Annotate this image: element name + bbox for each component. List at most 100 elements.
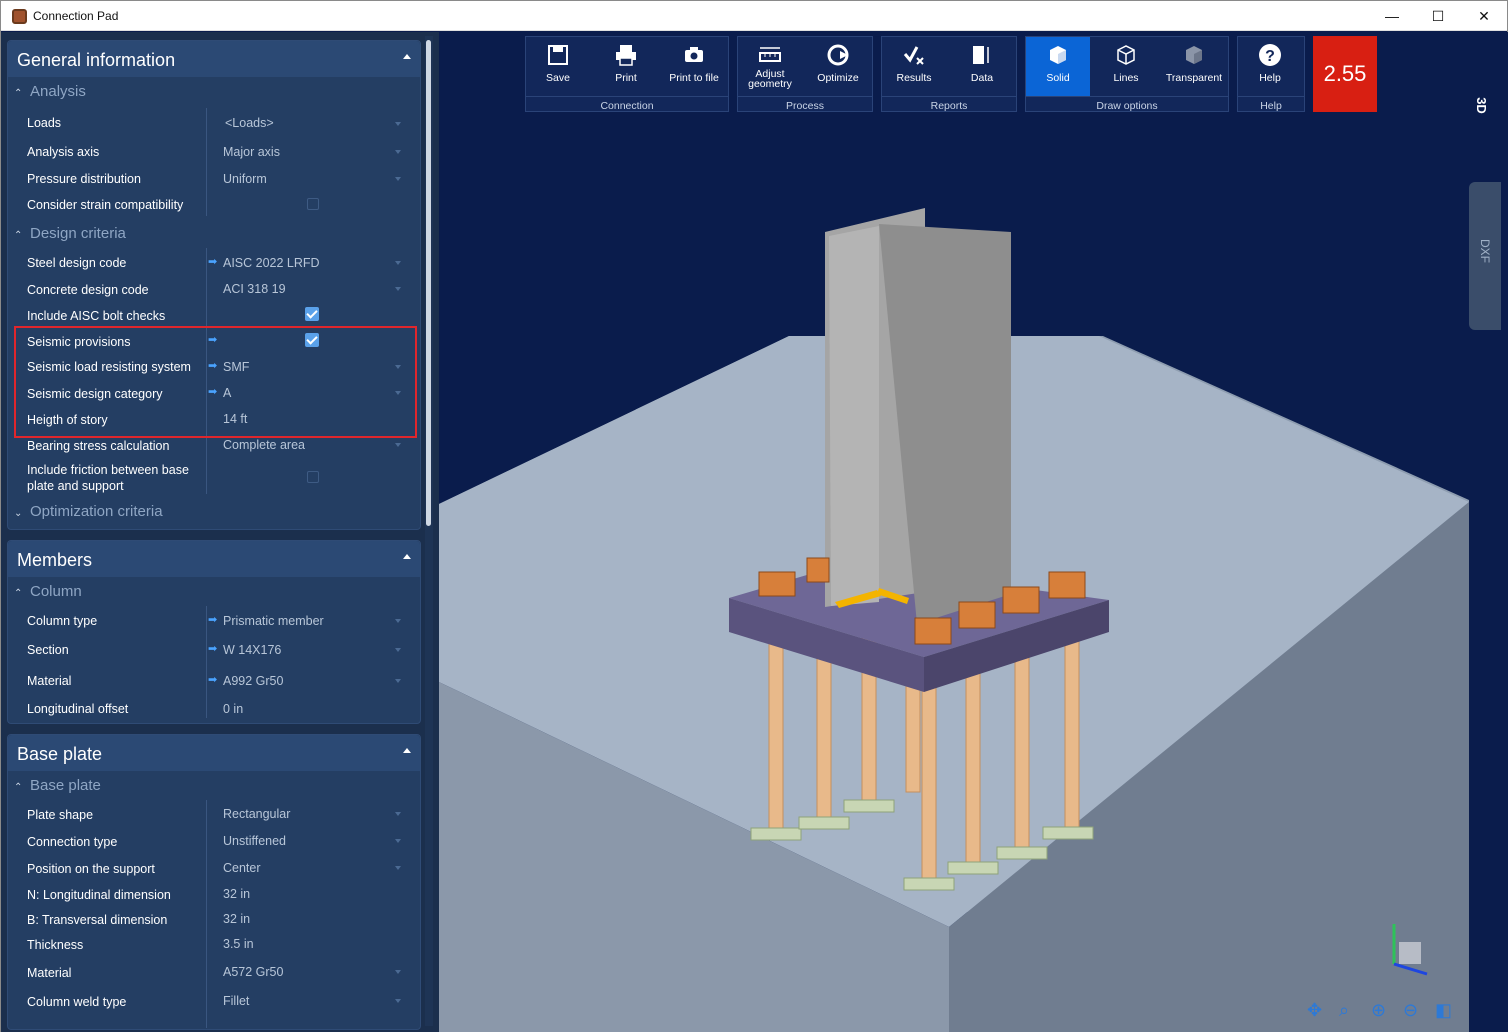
3d-viewport[interactable]: Save Print Print to file Connection Adju… [439, 32, 1508, 1032]
row-label-steel-code: Steel design code [27, 256, 127, 270]
zoom-out-icon[interactable]: ⊖ [1403, 1000, 1427, 1024]
chevron-down-icon[interactable] [395, 619, 401, 623]
help-button[interactable]: ? Help [1238, 37, 1302, 97]
ribbon-group-draw-options: Solid Lines Transparent Draw options [1025, 36, 1229, 112]
row-label-weld-type: Column weld type [27, 995, 127, 1009]
print-button[interactable]: Print [594, 37, 658, 97]
chevron-down-icon[interactable] [395, 150, 401, 154]
chevron-down-icon[interactable] [395, 839, 401, 843]
row-label-connection-type: Connection type [27, 835, 118, 849]
row-label-thickness: Thickness [27, 938, 84, 952]
chevron-down-icon[interactable] [395, 999, 401, 1003]
panel-header-members[interactable]: Members [8, 541, 420, 577]
chevron-down-icon[interactable] [395, 812, 401, 816]
row-label-strain: Consider strain compatibility [27, 198, 184, 212]
concrete-code-select[interactable]: ACI 318 19 [223, 282, 286, 296]
results-button[interactable]: Results [882, 37, 946, 97]
position-select[interactable]: Center [223, 861, 261, 875]
app-icon [12, 9, 27, 24]
loads-select[interactable]: <Loads> [225, 116, 274, 130]
solid-button[interactable]: Solid [1026, 37, 1090, 97]
solid-label: Solid [1046, 72, 1070, 84]
longitudinal-offset-input[interactable]: 0 in [223, 702, 243, 716]
dxf-tab[interactable]: DXF [1469, 182, 1501, 330]
group-optimization[interactable]: ⌄ Optimization criteria [14, 503, 163, 520]
analysis-axis-select[interactable]: Major axis [223, 145, 280, 159]
bolt-checks-checkbox[interactable] [305, 307, 319, 321]
panel-header-general[interactable]: General information [8, 41, 420, 77]
pressure-distribution-select[interactable]: Uniform [223, 172, 267, 186]
view-3d-tab[interactable]: 3D [1474, 97, 1489, 114]
chevron-up-icon: ⌃ [14, 230, 23, 241]
linked-arrow-icon: ➡ [208, 256, 218, 268]
row-label-n-dimension: N: Longitudinal dimension [27, 888, 171, 902]
panel-header-base-plate[interactable]: Base plate [8, 735, 420, 771]
row-label-friction: Include friction between base plate and … [27, 463, 189, 493]
row-label-column-type: Column type [27, 614, 98, 628]
strain-compatibility-checkbox[interactable] [307, 198, 319, 210]
help-label: Help [1259, 72, 1281, 84]
n-dimension-input[interactable]: 32 in [223, 887, 250, 901]
steel-code-select[interactable]: AISC 2022 LRFD [223, 256, 320, 270]
collapse-icon[interactable] [403, 54, 411, 59]
chevron-down-icon[interactable] [395, 122, 401, 126]
column-divider [206, 108, 207, 216]
results-label: Results [896, 72, 932, 84]
chevron-down-icon[interactable] [395, 970, 401, 974]
adjust-geometry-button[interactable]: Adjust geometry [738, 37, 802, 97]
collapse-icon[interactable] [403, 554, 411, 559]
view-cube-icon[interactable]: ◧ [1435, 1000, 1459, 1024]
plate-material-select[interactable]: A572 Gr50 [223, 965, 283, 979]
optimize-button[interactable]: Optimize [806, 37, 870, 97]
bearing-stress-select[interactable]: Complete area [223, 438, 305, 452]
zoom-in-icon[interactable]: ⊕ [1371, 1000, 1395, 1024]
scrollbar-thumb[interactable] [426, 40, 431, 526]
transparent-button[interactable]: Transparent [1162, 37, 1226, 97]
group-base-plate[interactable]: ⌃ Base plate [14, 777, 101, 794]
group-analysis[interactable]: ⌃ Analysis [14, 83, 86, 100]
section-select[interactable]: W 14X176 [223, 643, 281, 657]
column-material-select[interactable]: A992 Gr50 [223, 674, 283, 688]
friction-checkbox[interactable] [307, 471, 319, 483]
weld-type-select[interactable]: Fillet [223, 994, 249, 1008]
ribbon-group-label: Reports [930, 100, 968, 112]
row-label-b-dimension: B: Transversal dimension [27, 913, 168, 927]
chevron-down-icon[interactable] [395, 866, 401, 870]
chevron-down-icon[interactable] [395, 261, 401, 265]
lines-label: Lines [1113, 72, 1139, 84]
ribbon-group-reports: Results Data Reports [881, 36, 1017, 112]
zoom-window-icon[interactable]: ⌕ [1339, 1000, 1363, 1024]
chevron-down-icon[interactable] [395, 287, 401, 291]
row-label-concrete-code: Concrete design code [27, 283, 149, 297]
chevron-up-icon: ⌃ [14, 88, 23, 99]
print-to-file-button[interactable]: Print to file [662, 37, 726, 97]
chevron-down-icon[interactable] [395, 648, 401, 652]
row-label-bearing-stress: Bearing stress calculation [27, 439, 170, 453]
b-dimension-input[interactable]: 32 in [223, 912, 250, 926]
connection-type-select[interactable]: Unstiffened [223, 834, 286, 848]
ribbon-group-label: Process [786, 100, 824, 112]
ribbon-group-connection: Save Print Print to file Connection [525, 36, 729, 112]
data-button[interactable]: Data [950, 37, 1014, 97]
transparent-label: Transparent [1165, 72, 1223, 84]
pan-icon[interactable]: ✥ [1307, 1000, 1331, 1024]
help-icon: ? [1259, 44, 1281, 66]
minimize-button[interactable]: — [1369, 1, 1415, 31]
chevron-down-icon[interactable] [395, 177, 401, 181]
thickness-input[interactable]: 3.5 in [223, 937, 254, 951]
group-design-criteria[interactable]: ⌃ Design criteria [14, 225, 126, 242]
group-column[interactable]: ⌃ Column [14, 583, 82, 600]
maximize-button[interactable]: ☐ [1415, 1, 1461, 31]
chevron-down-icon[interactable] [395, 679, 401, 683]
plate-shape-select[interactable]: Rectangular [223, 807, 290, 821]
optimize-icon [827, 44, 849, 66]
chevron-down-icon[interactable] [395, 443, 401, 447]
close-button[interactable]: ✕ [1461, 1, 1507, 31]
collapse-icon[interactable] [403, 748, 411, 753]
camera-icon [685, 47, 703, 62]
column-type-select[interactable]: Prismatic member [223, 614, 324, 628]
panel-title: Members [17, 550, 93, 570]
save-button[interactable]: Save [526, 37, 590, 97]
lines-button[interactable]: Lines [1094, 37, 1158, 97]
property-panel: General information ⌃ Analysis Loads <Loa… [1, 32, 439, 1032]
